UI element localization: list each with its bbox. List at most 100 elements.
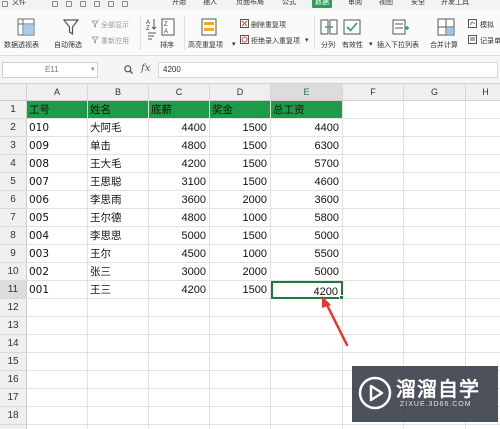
cell-g1[interactable] (404, 101, 466, 119)
row-header-17[interactable]: 17 (0, 389, 27, 407)
cell-f19[interactable] (343, 425, 404, 429)
cell-c18[interactable] (149, 407, 210, 425)
cell-a11[interactable]: 001 (27, 281, 88, 299)
cell-a17[interactable] (27, 389, 88, 407)
column-header-a[interactable]: A (27, 84, 88, 101)
cell-d3[interactable]: 1500 (210, 137, 271, 155)
cell-h13[interactable] (466, 317, 500, 335)
row-header-1[interactable]: 1 (0, 101, 27, 119)
row-header-15[interactable]: 15 (0, 353, 27, 371)
column-header-e[interactable]: E (271, 84, 343, 101)
cell-f3[interactable] (343, 137, 404, 155)
cell-g14[interactable] (404, 335, 466, 353)
cell-a19[interactable] (27, 425, 88, 429)
cell-b2[interactable]: 大阿毛 (88, 119, 149, 137)
cell-h3[interactable] (466, 137, 500, 155)
cell-b17[interactable] (88, 389, 149, 407)
cell-f4[interactable] (343, 155, 404, 173)
cell-a5[interactable]: 007 (27, 173, 88, 191)
cell-a1[interactable]: 工号 (27, 101, 88, 119)
cell-d9[interactable]: 1000 (210, 245, 271, 263)
fill-handle[interactable] (339, 295, 344, 300)
cell-g5[interactable] (404, 173, 466, 191)
cell-g6[interactable] (404, 191, 466, 209)
pivot-table-button[interactable]: 数据透视表 (4, 40, 39, 50)
show-all-button[interactable]: 全部显示 (101, 20, 129, 30)
row-header-18[interactable]: 18 (0, 407, 27, 425)
cell-g7[interactable] (404, 209, 466, 227)
cell-d17[interactable] (210, 389, 271, 407)
cell-d1[interactable]: 奖金 (210, 101, 271, 119)
validity-dropdown-icon[interactable]: ▾ (369, 40, 373, 48)
cell-f6[interactable] (343, 191, 404, 209)
column-header-f[interactable]: F (343, 84, 404, 101)
name-box-dropdown-icon[interactable]: ▾ (91, 63, 95, 77)
cell-a8[interactable]: 004 (27, 227, 88, 245)
row-header-16[interactable]: 16 (0, 371, 27, 389)
cell-d10[interactable]: 2000 (210, 263, 271, 281)
cell-g13[interactable] (404, 317, 466, 335)
cell-h10[interactable] (466, 263, 500, 281)
insert-dropdown-list-button[interactable]: 插入下拉列表 (377, 40, 419, 50)
column-header-h[interactable]: H (466, 84, 500, 101)
row-header-10[interactable]: 10 (0, 263, 27, 281)
reject-duplicates-button[interactable]: 拒绝录入重复项 (251, 36, 300, 46)
preview-icon[interactable] (80, 1, 86, 7)
cell-c8[interactable]: 5000 (149, 227, 210, 245)
cell-c7[interactable]: 4800 (149, 209, 210, 227)
cell-a2[interactable]: 010 (27, 119, 88, 137)
cell-d13[interactable] (210, 317, 271, 335)
autofilter-button[interactable]: 自动筛选 (54, 40, 82, 50)
cell-d4[interactable]: 1500 (210, 155, 271, 173)
cell-c1[interactable]: 底薪 (149, 101, 210, 119)
cell-e7[interactable]: 5800 (271, 209, 343, 227)
tab-page-layout[interactable]: 页面布局 (236, 0, 264, 8)
cell-d5[interactable]: 1500 (210, 173, 271, 191)
cell-b19[interactable] (88, 425, 149, 429)
cell-f13[interactable] (343, 317, 404, 335)
save-icon[interactable] (52, 1, 58, 7)
cell-c13[interactable] (149, 317, 210, 335)
cell-a14[interactable] (27, 335, 88, 353)
cell-g2[interactable] (404, 119, 466, 137)
cell-a13[interactable] (27, 317, 88, 335)
insert-dropdown-list-icon[interactable] (392, 18, 410, 36)
cell-d19[interactable] (210, 425, 271, 429)
cell-b8[interactable]: 李思思 (88, 227, 149, 245)
redo-icon[interactable] (122, 1, 128, 7)
column-header-c[interactable]: C (149, 84, 210, 101)
sort-icon[interactable]: Z A (161, 18, 175, 36)
cell-a18[interactable] (27, 407, 88, 425)
cell-b13[interactable] (88, 317, 149, 335)
cell-d2[interactable]: 1500 (210, 119, 271, 137)
select-all-corner[interactable] (0, 84, 27, 101)
cell-b18[interactable] (88, 407, 149, 425)
cell-e15[interactable] (271, 353, 343, 371)
cell-d15[interactable] (210, 353, 271, 371)
cell-a7[interactable]: 005 (27, 209, 88, 227)
cell-d18[interactable] (210, 407, 271, 425)
cell-h8[interactable] (466, 227, 500, 245)
validity-icon[interactable] (343, 18, 361, 36)
zoom-icon[interactable] (124, 65, 133, 74)
cell-c11[interactable]: 4200 (149, 281, 210, 299)
cell-h7[interactable] (466, 209, 500, 227)
cell-c15[interactable] (149, 353, 210, 371)
print-icon[interactable] (66, 1, 72, 7)
sort-descending-icon[interactable] (146, 32, 158, 40)
cell-e11[interactable]: 4200 (271, 281, 343, 299)
record-sheet-button[interactable]: 记录单 (480, 36, 500, 46)
tab-home[interactable]: 开始 (172, 0, 186, 8)
row-header-12[interactable]: 12 (0, 299, 27, 317)
cell-e4[interactable]: 5700 (271, 155, 343, 173)
cell-b10[interactable]: 张三 (88, 263, 149, 281)
formula-input[interactable]: 4200 (158, 62, 498, 78)
cell-c12[interactable] (149, 299, 210, 317)
cell-b16[interactable] (88, 371, 149, 389)
cell-c19[interactable] (149, 425, 210, 429)
cell-d6[interactable]: 2000 (210, 191, 271, 209)
cell-b7[interactable]: 王尔德 (88, 209, 149, 227)
cell-b5[interactable]: 王思聪 (88, 173, 149, 191)
cell-h14[interactable] (466, 335, 500, 353)
cell-d12[interactable] (210, 299, 271, 317)
